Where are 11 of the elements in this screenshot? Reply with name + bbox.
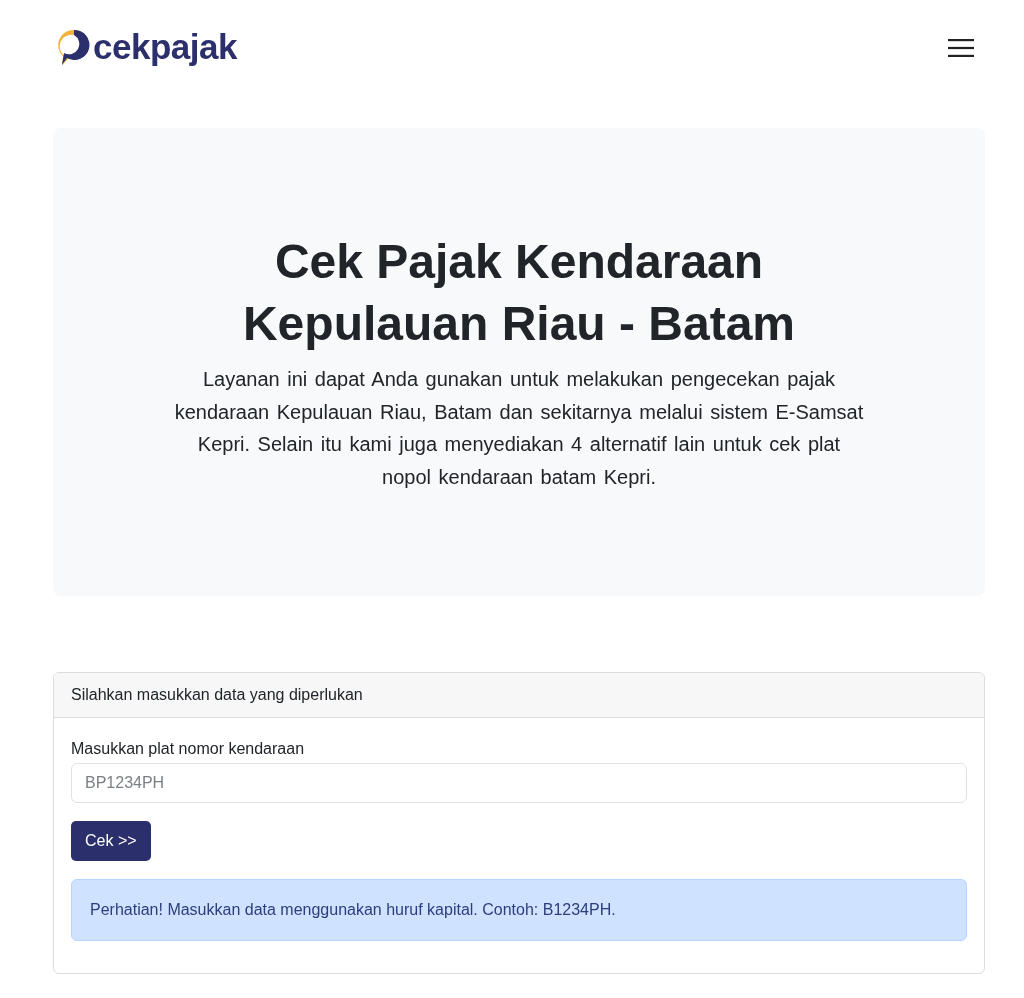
hero-description: Layanan ini dapat Anda gunakan untuk melakukan pengecekan pajak kendaraan Kepulauan Riau, Batam dan sekitarnya melalui sistem E-Samsat Kepri. Selain itu kami juga menyediakan 4 alternatif lain untuk cek plat nopol kendaraan batam Kepri. [173,367,865,490]
check-button[interactable]: Cek >> [71,821,151,861]
hero-title: Cek Pajak Kendaraan Kepulauan Riau - Batam [241,234,797,352]
info-alert: Perhatian! Masukkan data menggunakan huruf kapital. Contoh: B1234PH. [71,879,967,941]
logo[interactable]: cekpajak [57,27,237,67]
logo-icon [57,27,91,67]
card-header: Silahkan masukkan data yang diperlukan [54,673,984,718]
menu-icon [948,39,974,57]
menu-button[interactable] [948,39,974,57]
field-label: Masukkan plat nomor kendaraan [71,739,305,759]
plate-number-field[interactable]: BP1234PH [71,763,967,803]
